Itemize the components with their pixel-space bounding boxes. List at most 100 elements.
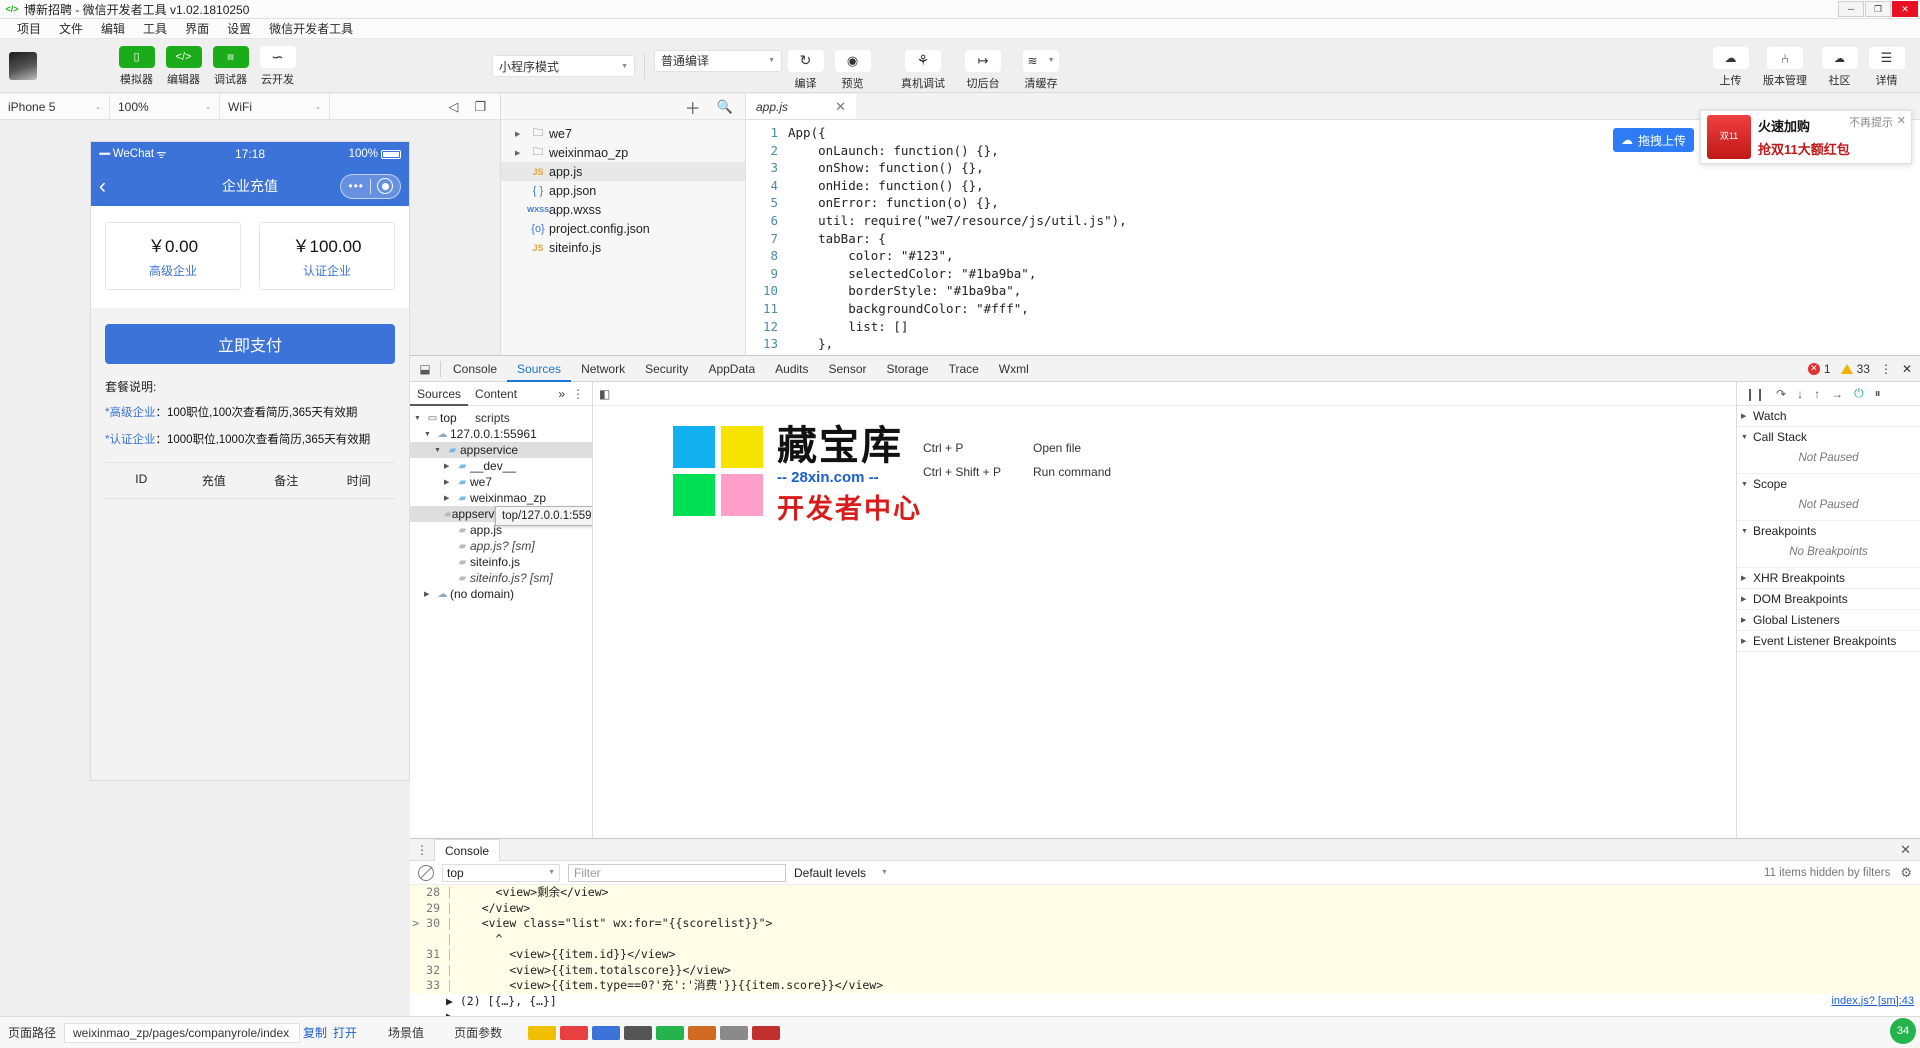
toolbar-button-preview[interactable]: ◉ 预览 — [829, 50, 876, 91]
toolbar-button-upload[interactable]: ☁ 上传 — [1707, 47, 1754, 88]
tab-appdata[interactable]: AppData — [698, 356, 765, 382]
more-dots-icon[interactable]: ••• — [348, 179, 364, 193]
chevrons-right-icon[interactable]: » — [551, 382, 572, 406]
tab-console[interactable]: Console — [443, 356, 507, 382]
panel-watch-header[interactable]: ▶ Watch — [1737, 406, 1920, 426]
tab-security[interactable]: Security — [635, 356, 698, 382]
source-node-app-js-map[interactable]: ▰ app.js? [sm] — [410, 538, 592, 554]
notification-badge[interactable]: 34 — [1890, 1018, 1916, 1044]
compile-mode-select[interactable]: 普通编译 ▼ — [654, 50, 782, 72]
page-params-tab[interactable]: 页面参数 — [446, 1024, 510, 1041]
maximize-button[interactable]: ❐ — [1865, 1, 1891, 17]
pause-exceptions-icon[interactable]: ⏸ — [1875, 386, 1881, 401]
step-icon[interactable]: → — [1831, 387, 1843, 401]
console-result[interactable]: ▶ (2) [{…}, {…}] — [446, 994, 557, 1010]
tab-sensor[interactable]: Sensor — [819, 356, 877, 382]
file-tree-item-project-config[interactable]: {o} project.config.json — [501, 219, 745, 238]
source-node-we7[interactable]: ▶ ▰ we7 — [410, 474, 592, 490]
inspect-element-icon[interactable]: ⬓ — [410, 362, 440, 376]
source-node-top[interactable]: ▼ ▭ top — [410, 410, 592, 426]
tab-sources[interactable]: Sources — [507, 356, 571, 382]
sources-subtab-sources[interactable]: Sources — [410, 382, 468, 406]
close-icon[interactable]: ✕ — [1897, 114, 1906, 127]
file-tree-item-app-json[interactable]: { } app.json — [501, 181, 745, 200]
taskbar-item-4[interactable] — [624, 1026, 652, 1040]
tab-network[interactable]: Network — [571, 356, 635, 382]
pay-button[interactable]: 立即支付 — [105, 324, 395, 364]
menu-item-project[interactable]: 项目 — [8, 19, 50, 39]
panel-global-listeners-header[interactable]: ▶ Global Listeners — [1737, 610, 1920, 630]
package-option-certified[interactable]: ￥100.00 认证企业 — [259, 222, 395, 290]
toolbar-button-debugger[interactable]: ▤ 调试器 — [207, 46, 254, 87]
project-avatar[interactable] — [9, 52, 37, 80]
taskbar-item-8[interactable] — [752, 1026, 780, 1040]
network-select[interactable]: WiFi ⌄ — [220, 94, 330, 120]
panel-breakpoints-header[interactable]: ▼ Breakpoints — [1737, 521, 1920, 541]
toolbar-button-clearcache[interactable]: ≋▼ 清缓存 — [1012, 50, 1070, 91]
toolbar-button-community[interactable]: ☁ 社区 — [1816, 47, 1863, 88]
toolbar-button-version[interactable]: ⑃ 版本管理 — [1754, 47, 1816, 88]
warning-count-badge[interactable]: 33 — [1841, 362, 1870, 376]
menu-item-ui[interactable]: 界面 — [176, 19, 218, 39]
panel-event-listener-breakpoints-header[interactable]: ▶ Event Listener Breakpoints — [1737, 631, 1920, 651]
package-option-advanced[interactable]: ￥0.00 高级企业 — [105, 222, 241, 290]
error-count-badge[interactable]: ✕ 1 — [1808, 362, 1831, 376]
more-vertical-icon[interactable]: ⋮ — [410, 843, 434, 857]
console-filter-input[interactable]: Filter — [568, 864, 786, 882]
drawer-tab-console[interactable]: Console — [434, 839, 500, 861]
panel-scope-header[interactable]: ▼ Scope — [1737, 474, 1920, 494]
pause-icon[interactable]: ❙❙ — [1745, 387, 1765, 401]
panel-dom-breakpoints-header[interactable]: ▶ DOM Breakpoints — [1737, 589, 1920, 609]
file-tree-item-we7[interactable]: ▶ 🗀 we7 — [501, 124, 745, 143]
back-chevron-icon[interactable]: ‹ — [99, 176, 106, 197]
close-icon[interactable]: ✕ — [1900, 842, 1920, 858]
menu-item-devtools[interactable]: 微信开发者工具 — [260, 19, 362, 39]
taskbar-item-2[interactable] — [560, 1026, 588, 1040]
copy-path-button[interactable]: 复制 — [300, 1024, 330, 1041]
more-vertical-icon[interactable]: ⋮ — [1880, 362, 1892, 376]
tab-audits[interactable]: Audits — [765, 356, 818, 382]
source-node-siteinfo-js[interactable]: ▰ siteinfo.js — [410, 554, 592, 570]
open-path-button[interactable]: 打开 — [330, 1024, 360, 1041]
step-into-icon[interactable]: ↓ — [1797, 387, 1803, 401]
panel-call-stack-header[interactable]: ▼ Call Stack — [1737, 427, 1920, 447]
menu-item-settings[interactable]: 设置 — [218, 19, 260, 39]
file-tree-item-app-wxss[interactable]: WXSS app.wxss — [501, 200, 745, 219]
log-level-select[interactable]: Default levels ▼ — [794, 866, 888, 880]
close-icon[interactable]: ✕ — [835, 99, 846, 115]
page-path-value[interactable]: weixinmao_zp/pages/companyrole/index — [64, 1023, 300, 1043]
tab-storage[interactable]: Storage — [877, 356, 939, 382]
mode-select[interactable]: 小程序模式 ▼ — [492, 55, 635, 77]
taskbar-item-7[interactable] — [720, 1026, 748, 1040]
source-node-appservice[interactable]: ▼ ▰ appservice — [410, 442, 592, 458]
collapse-sidebar-icon[interactable]: ◧ — [599, 387, 610, 401]
search-icon[interactable]: 🔍 — [717, 99, 733, 115]
menu-item-file[interactable]: 文件 — [50, 19, 92, 39]
clear-console-icon[interactable] — [418, 865, 434, 881]
taskbar-item-5[interactable] — [656, 1026, 684, 1040]
panel-xhr-breakpoints-header[interactable]: ▶ XHR Breakpoints — [1737, 568, 1920, 588]
toolbar-button-clouddev[interactable]: ∽ 云开发 — [254, 46, 301, 87]
promo-no-prompt[interactable]: 不再提示 — [1849, 114, 1893, 130]
target-circle-icon[interactable] — [377, 178, 393, 194]
menu-item-tools[interactable]: 工具 — [134, 19, 176, 39]
sources-subtab-content-scripts[interactable]: Content scripts — [468, 382, 551, 406]
console-source-link[interactable]: index.js? [sm]:43 — [1831, 994, 1914, 1010]
console-prompt[interactable]: ▶ — [446, 1009, 453, 1016]
source-node-origin[interactable]: ▼ ☁ 127.0.0.1:55961 — [410, 426, 592, 442]
source-node-dev[interactable]: ▶ ▰ __dev__ — [410, 458, 592, 474]
toolbar-button-editor[interactable]: </> 编辑器 — [160, 46, 207, 87]
add-file-icon[interactable]: ＋ — [685, 95, 701, 119]
rotate-screen-icon[interactable]: ❐ — [474, 99, 486, 115]
tab-wxml[interactable]: Wxml — [989, 356, 1039, 382]
mute-icon[interactable]: ◁ — [448, 99, 458, 115]
file-tree-item-app-js[interactable]: JS app.js — [501, 162, 745, 181]
scene-value-tab[interactable]: 场景值 — [380, 1024, 432, 1041]
toolbar-button-details[interactable]: ☰ 详情 — [1863, 47, 1910, 88]
toolbar-button-realdebug[interactable]: ⚘ 真机调试 — [892, 50, 954, 91]
taskbar-item-6[interactable] — [688, 1026, 716, 1040]
more-vertical-icon[interactable]: ⋮ — [572, 387, 592, 401]
tab-trace[interactable]: Trace — [939, 356, 989, 382]
taskbar-item-3[interactable] — [592, 1026, 620, 1040]
menu-item-edit[interactable]: 编辑 — [92, 19, 134, 39]
